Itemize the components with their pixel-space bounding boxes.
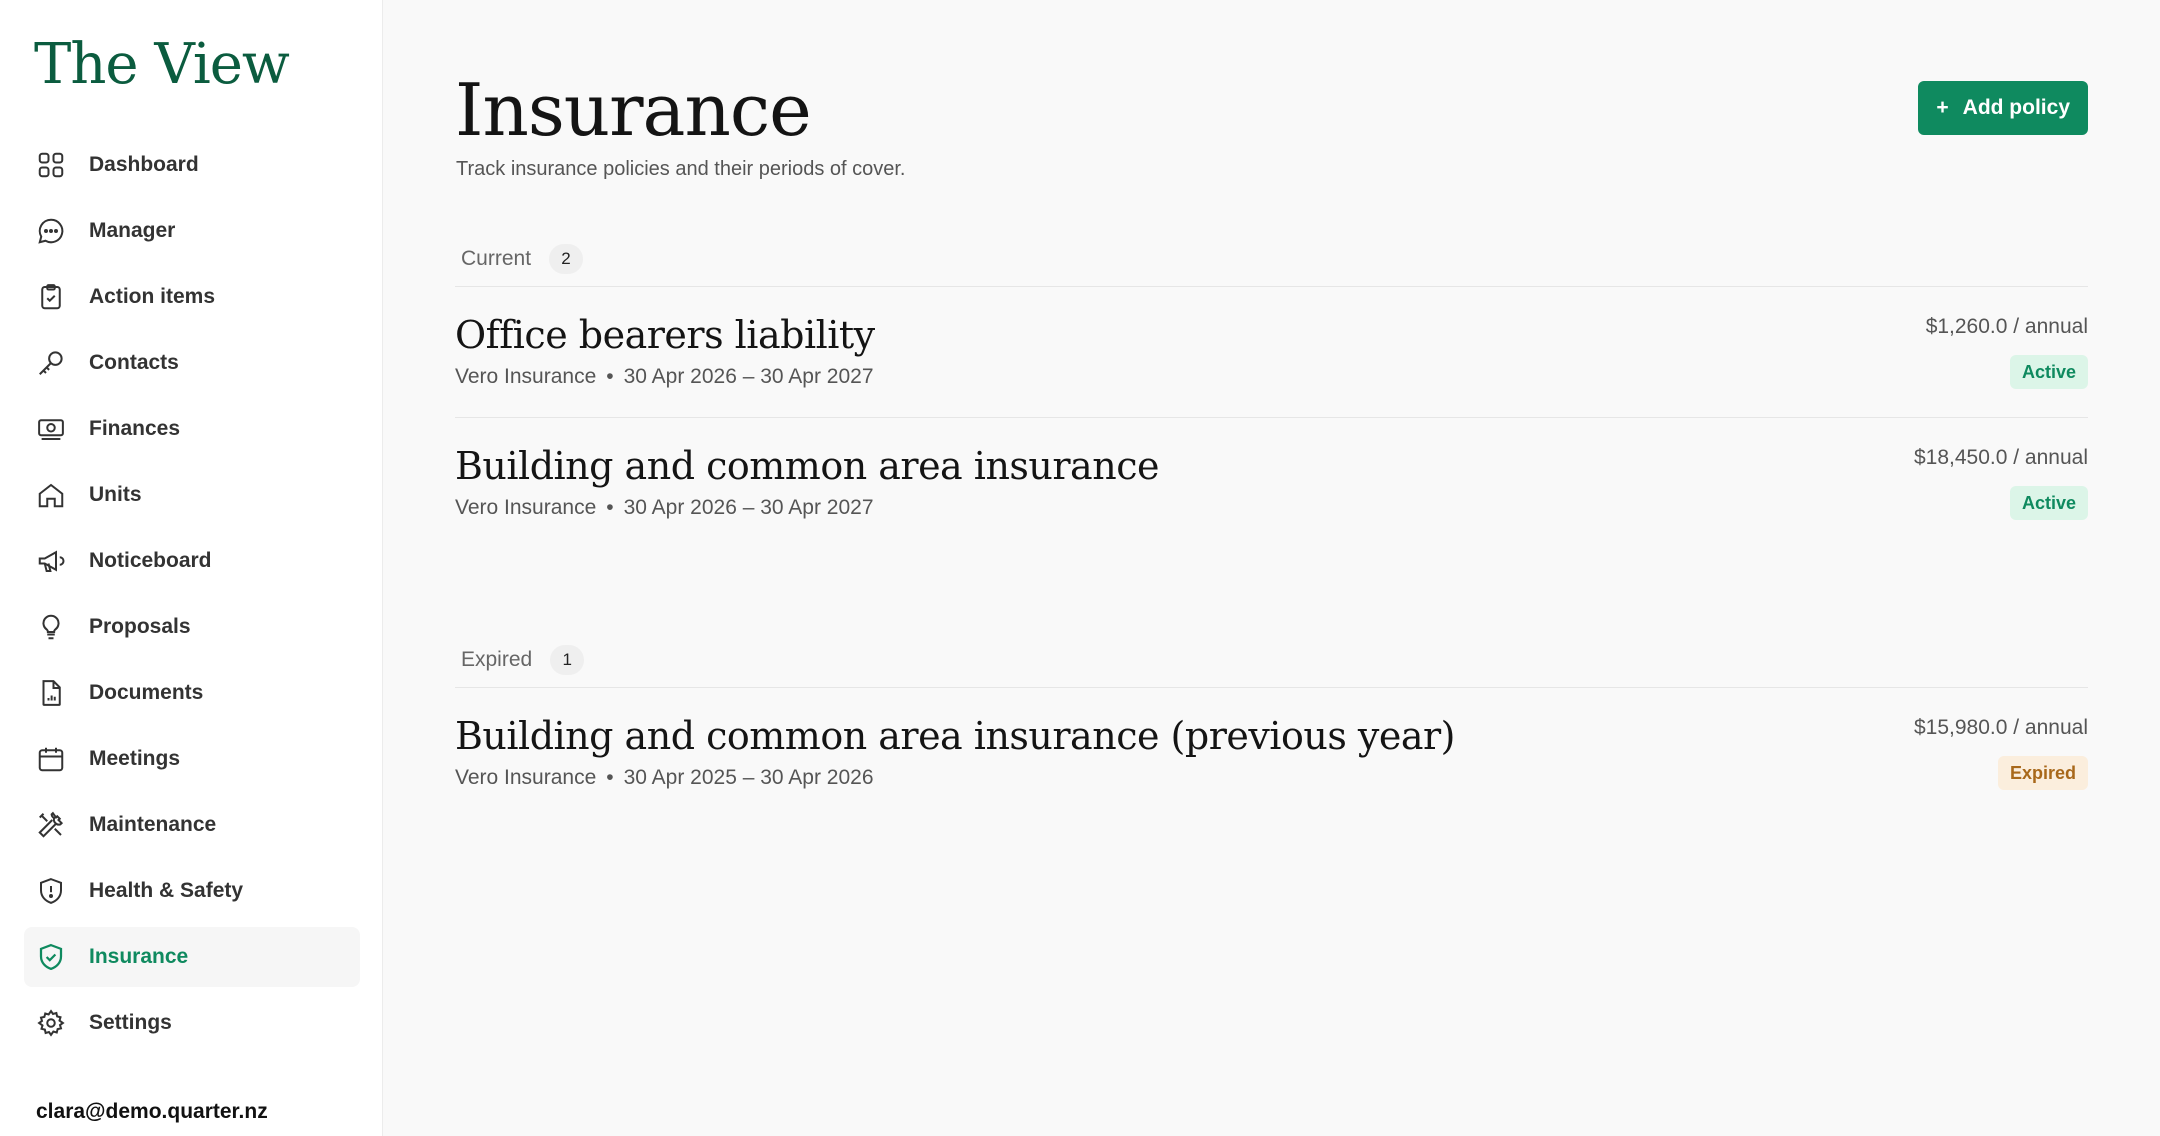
policy-meta: Vero Insurance • 30 Apr 2026 – 30 Apr 20… [455,496,874,520]
clipboard-check-icon [36,282,66,312]
sidebar-nav: Dashboard Manager Action items Contacts [24,135,360,1059]
sidebar-item-noticeboard[interactable]: Noticeboard [24,531,360,591]
sidebar-item-label: Documents [89,681,204,704]
tools-icon [36,810,66,840]
sidebar-item-label: Dashboard [89,153,199,176]
policy-amount: $15,980.0 / annual [1914,716,2088,739]
sidebar-item-label: Maintenance [89,813,217,836]
calendar-icon [36,744,66,774]
policy-insurer: Vero Insurance [455,496,597,519]
section-count-badge: 2 [549,244,584,274]
sidebar-item-label: Meetings [89,747,181,770]
sidebar: The View Dashboard Manager Action items [0,0,383,1136]
page-title: Insurance [455,68,812,152]
policy-title[interactable]: Building and common area insurance [455,444,1159,488]
status-badge: Active [2009,355,2088,389]
gear-icon [36,1008,66,1038]
section-header: Current 2 [455,232,2088,287]
status-badge: Expired [1997,756,2088,790]
meta-separator: • [606,365,614,388]
policy-title[interactable]: Building and common area insurance (prev… [455,714,1456,758]
chat-bubble-icon [36,216,66,246]
sidebar-item-action-items[interactable]: Action items [24,267,360,327]
add-policy-button[interactable]: + Add policy [1918,81,2088,135]
sidebar-item-manager[interactable]: Manager [24,201,360,261]
policy-meta: Vero Insurance • 30 Apr 2026 – 30 Apr 20… [455,365,874,389]
section-label: Expired [461,648,533,671]
sidebar-item-meetings[interactable]: Meetings [24,729,360,789]
sidebar-item-contacts[interactable]: Contacts [24,333,360,393]
status-badge: Active [2009,486,2088,520]
banknote-icon [36,414,66,444]
sidebar-item-units[interactable]: Units [24,465,360,525]
grid-icon [36,150,66,180]
app-root: The View Dashboard Manager Action items [0,0,2160,1136]
sidebar-item-label: Units [89,483,142,506]
policy-title[interactable]: Office bearers liability [455,313,875,357]
sidebar-item-proposals[interactable]: Proposals [24,597,360,657]
policy-amount: $1,260.0 / annual [1925,315,2088,338]
sidebar-item-label: Action items [89,285,216,308]
sidebar-item-settings[interactable]: Settings [24,993,360,1053]
user-email[interactable]: clara@demo.quarter.nz [36,1100,268,1124]
policy-period: 30 Apr 2026 – 30 Apr 2027 [623,365,874,388]
document-chart-icon [36,678,66,708]
page-subtitle: Track insurance policies and their perio… [456,158,906,180]
policy-insurer: Vero Insurance [455,365,597,388]
megaphone-icon [36,546,66,576]
lightbulb-icon [36,612,66,642]
sidebar-item-label: Contacts [89,351,179,374]
section-label: Current [461,247,532,270]
policy-row[interactable]: Building and common area insurance Vero … [455,418,2088,548]
sidebar-item-label: Health & Safety [89,879,244,902]
sidebar-item-label: Settings [89,1011,172,1034]
policy-meta: Vero Insurance • 30 Apr 2025 – 30 Apr 20… [455,766,874,790]
sidebar-item-health-safety[interactable]: Health & Safety [24,861,360,921]
sidebar-item-label: Manager [89,219,176,242]
sidebar-item-label: Finances [89,417,181,440]
add-policy-label: Add policy [1962,96,2070,119]
main-content: Insurance Track insurance policies and t… [383,0,2160,1136]
policy-period: 30 Apr 2025 – 30 Apr 2026 [623,766,874,789]
policy-period: 30 Apr 2026 – 30 Apr 2027 [623,496,874,519]
section-count-badge: 1 [550,645,585,675]
policy-row[interactable]: Building and common area insurance (prev… [455,688,2088,818]
sidebar-item-finances[interactable]: Finances [24,399,360,459]
section-header: Expired 1 [455,633,2088,688]
meta-separator: • [606,496,614,519]
sidebar-item-label: Proposals [89,615,191,638]
current-section: Current 2 Office bearers liability Vero … [455,232,2088,548]
brand-logo[interactable]: The View [34,32,290,97]
sidebar-item-label: Insurance [89,945,189,968]
key-icon [36,348,66,378]
plus-icon: + [1936,96,1949,119]
sidebar-item-documents[interactable]: Documents [24,663,360,723]
sidebar-item-label: Noticeboard [89,549,212,572]
home-icon [36,480,66,510]
meta-separator: • [606,766,614,789]
policy-row[interactable]: Office bearers liability Vero Insurance … [455,287,2088,418]
policy-amount: $18,450.0 / annual [1914,446,2088,469]
sidebar-item-maintenance[interactable]: Maintenance [24,795,360,855]
shield-check-icon [36,942,66,972]
expired-section: Expired 1 Building and common area insur… [455,633,2088,818]
policy-insurer: Vero Insurance [455,766,597,789]
shield-alert-icon [36,876,66,906]
sidebar-item-dashboard[interactable]: Dashboard [24,135,360,195]
sidebar-item-insurance[interactable]: Insurance [24,927,360,987]
